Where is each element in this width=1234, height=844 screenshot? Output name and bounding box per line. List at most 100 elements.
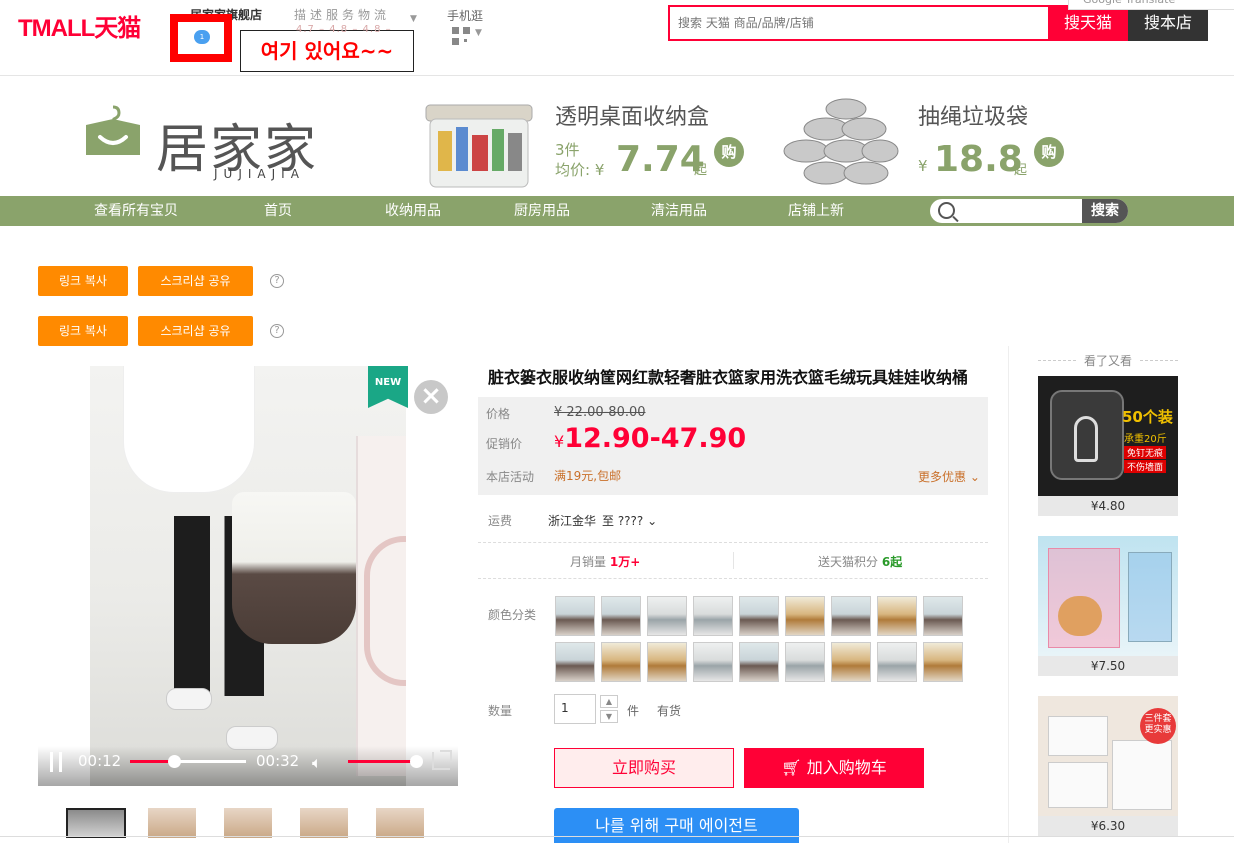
add-to-cart-button[interactable]: 🛒︎ 加入购物车 [744, 748, 924, 788]
color-swatch[interactable] [785, 642, 825, 682]
color-swatch[interactable] [831, 596, 871, 636]
color-swatch[interactable] [647, 596, 687, 636]
promo-badge: 三件套 更实惠 [1140, 708, 1176, 744]
shop-search-button[interactable]: 搜索 [1082, 199, 1128, 223]
video-frame[interactable] [90, 366, 406, 786]
color-swatch[interactable] [877, 642, 917, 682]
color-swatch[interactable] [739, 596, 779, 636]
nav-kitchen[interactable]: 厨房用品 [514, 196, 570, 226]
stock-status: 有货 [657, 704, 682, 718]
search-shop-button[interactable]: 搜本店 [1128, 5, 1208, 41]
divider [478, 542, 988, 543]
promo-buy-button[interactable]: 购 [714, 137, 744, 167]
more-promo-link[interactable]: 更多优惠 ⌄ [918, 468, 980, 485]
help-icon[interactable]: ? [270, 324, 284, 338]
nav-new-arrivals[interactable]: 店铺上新 [788, 196, 844, 226]
color-swatch[interactable] [785, 596, 825, 636]
product-title: 脏衣篓衣服收纳筐网红款轻奢脏衣篮家用洗衣篮毛绒玩具娃娃收纳桶 [488, 368, 969, 387]
hanger-bag-logo-icon[interactable] [82, 105, 144, 157]
product-subtag: 承重20斤 [1124, 434, 1167, 445]
chevron-down-icon[interactable]: ▼ [475, 28, 482, 38]
color-swatch[interactable] [693, 596, 733, 636]
color-swatch[interactable] [647, 642, 687, 682]
pause-icon[interactable] [50, 752, 62, 772]
qr-code-icon[interactable] [452, 27, 470, 45]
mobile-browse-label[interactable]: 手机逛 [447, 7, 483, 24]
color-swatch[interactable] [601, 596, 641, 636]
nav-storage[interactable]: 收纳用品 [385, 196, 441, 226]
volume-slider[interactable] [348, 760, 418, 763]
share-screenshot-button[interactable]: 스크리샵 공유 [138, 266, 253, 296]
quantity-input[interactable]: 1 [554, 694, 596, 724]
search-tmall-button[interactable]: 搜天猫 [1048, 7, 1128, 39]
shipping-destination-label: 至 ???? [602, 514, 644, 528]
color-swatch[interactable] [693, 642, 733, 682]
share-screenshot-button[interactable]: 스크리샵 공유 [138, 316, 253, 346]
trash-bag-rolls-image[interactable] [776, 95, 900, 191]
nav-all-items[interactable]: 查看所有宝贝 [94, 196, 178, 226]
shop-search-input[interactable] [960, 201, 1080, 221]
divider [0, 836, 1234, 837]
product-video-player[interactable]: NEW × 00:12 00:32 🔈︎ [38, 366, 458, 786]
product-thumbnail[interactable] [66, 808, 126, 838]
color-swatch[interactable] [877, 596, 917, 636]
mesh-bag-product-image[interactable] [1038, 536, 1178, 656]
promo-title[interactable]: 抽绳垃圾袋 [918, 99, 1028, 131]
color-swatch[interactable] [555, 596, 595, 636]
tmall-points: 送天猫积分 6起 [818, 553, 902, 570]
promo-price-number: 12.90-47.90 [564, 423, 747, 454]
divider [478, 578, 988, 579]
hook-product-image[interactable]: 50个装 承重20斤 免钉无痕 不伤墙面 [1038, 376, 1178, 496]
drawer-box-image [1112, 740, 1172, 810]
monthly-sales-label: 月销量 [570, 555, 607, 569]
buy-now-button[interactable]: 立即购买 [554, 748, 734, 788]
color-swatch[interactable] [923, 596, 963, 636]
shop-search-box: 搜索 [930, 199, 1128, 223]
color-swatch[interactable] [831, 642, 871, 682]
color-swatch[interactable] [555, 642, 595, 682]
color-swatch[interactable] [923, 642, 963, 682]
close-icon[interactable]: × [414, 380, 448, 414]
promo-title[interactable]: 透明桌面收纳盒 [555, 99, 709, 131]
shop-rating-scores: 4.7 – 4.8 – 4.8 – [296, 24, 392, 35]
video-progress-bar[interactable] [130, 755, 246, 768]
tmall-logo[interactable]: TMALL天猫 [18, 8, 141, 43]
product-thumbnail[interactable] [148, 808, 196, 838]
promo-unit-label: 均价: ¥ [555, 161, 605, 179]
shop-nav: 查看所有宝贝 首页 收纳用品 厨房用品 清洁用品 店铺上新 搜索 [0, 196, 1234, 226]
translate-popup[interactable]: Google Translate [1068, 0, 1234, 10]
storage-box-image[interactable] [420, 97, 538, 193]
volume-mute-icon[interactable]: 🔈︎ [312, 753, 322, 773]
copy-link-button[interactable]: 링크 복사 [38, 316, 128, 346]
color-swatch[interactable] [601, 642, 641, 682]
monthly-sales-value: 1万+ [609, 555, 641, 569]
shipping-destination[interactable]: 至 ???? ⌄ [602, 512, 657, 529]
activity-label: 本店活动 [486, 470, 535, 484]
product-thumbnail[interactable] [376, 808, 424, 838]
drawer-box-image [1048, 762, 1108, 808]
search-input[interactable] [670, 7, 1048, 39]
copy-link-button[interactable]: 링크 복사 [38, 266, 128, 296]
nav-cleaning[interactable]: 清洁用品 [651, 196, 707, 226]
volume-knob[interactable] [410, 755, 423, 768]
more-promo-label: 更多优惠 [918, 470, 967, 484]
purchase-agent-button[interactable]: 나를 위해 구매 에이전트 [554, 808, 799, 843]
side-product-price: ¥4.80 [1038, 496, 1178, 516]
quantity-decrease-icon[interactable]: ▼ [600, 710, 618, 723]
price-panel: 价格 ¥ 22.00-80.00 促销价 ¥12.90-47.90 本店活动 满… [478, 397, 988, 495]
drawer-box-product-image[interactable]: 三件套 更实惠 [1038, 696, 1178, 816]
help-icon[interactable]: ? [270, 274, 284, 288]
product-thumbnail[interactable] [224, 808, 272, 838]
nav-home[interactable]: 首页 [264, 196, 292, 226]
fullscreen-icon[interactable] [432, 750, 452, 770]
video-progress-knob[interactable] [167, 755, 181, 768]
video-current-time: 00:12 [78, 752, 122, 770]
promo-currency: ¥ [918, 157, 928, 175]
color-swatch[interactable] [739, 642, 779, 682]
promo-buy-button[interactable]: 购 [1034, 137, 1064, 167]
extension-dot-icon[interactable]: 1 [194, 30, 210, 44]
product-thumbnail[interactable] [300, 808, 348, 838]
add-to-cart-label: 加入购物车 [806, 758, 887, 777]
quantity-increase-icon[interactable]: ▲ [600, 695, 618, 708]
chevron-down-icon[interactable]: ▼ [410, 14, 417, 24]
